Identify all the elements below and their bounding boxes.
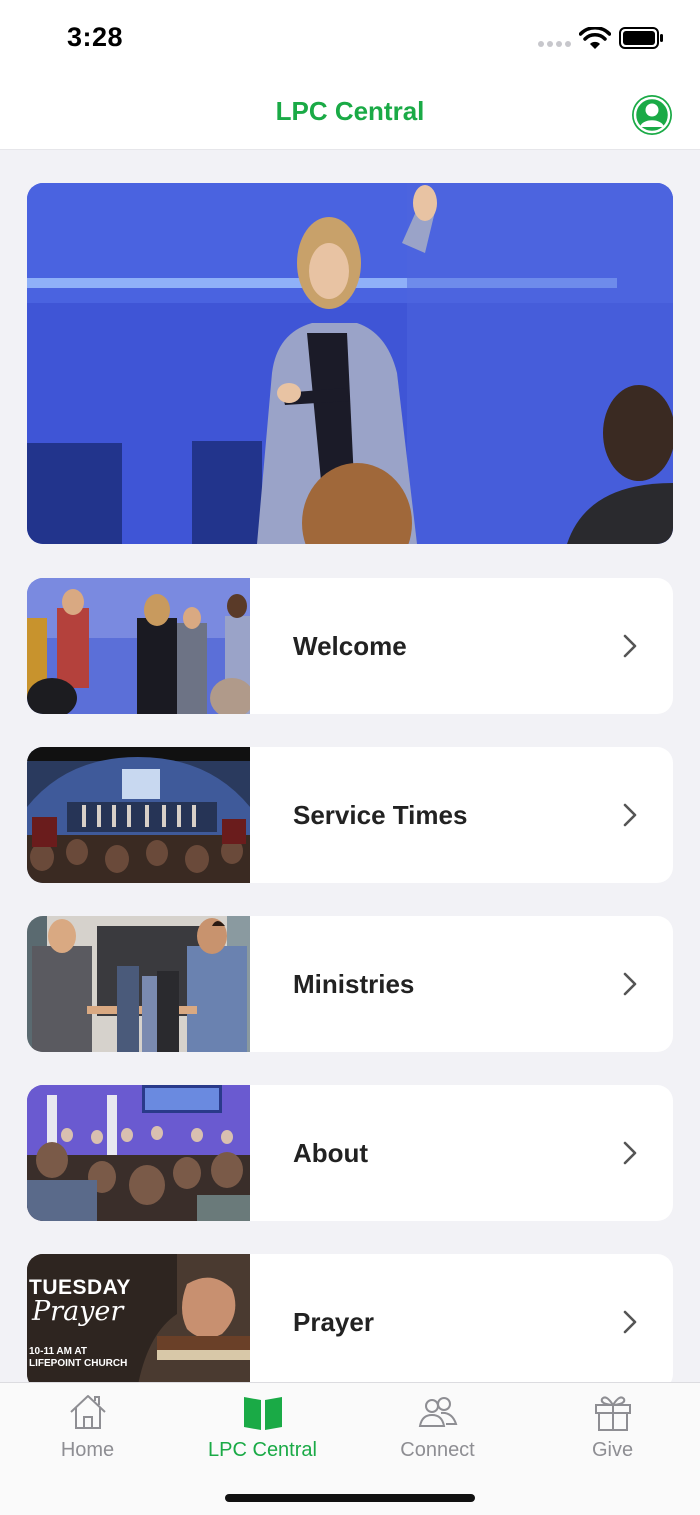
prayer-thumb-time: 10-11 AM AT [29, 1346, 87, 1357]
home-indicator [225, 1494, 475, 1502]
menu-item-prayer[interactable]: TUESDAY Prayer 10-11 AM AT LIFEPOINT CHU… [27, 1254, 673, 1382]
menu-item-label: Prayer [293, 1307, 374, 1337]
page-title: LPC Central [275, 96, 425, 126]
user-icon [633, 96, 671, 134]
prayer-thumb-title: Prayer [32, 1296, 124, 1327]
tab-label: Give [591, 1439, 634, 1461]
tab-home[interactable]: Home [0, 1383, 175, 1483]
about-thumbnail [27, 1085, 250, 1221]
menu-item-label: Ministries [293, 969, 415, 999]
tab-label: Connect [400, 1439, 475, 1461]
menu-item-label: Welcome [293, 631, 407, 661]
chevron-right-icon [623, 1141, 637, 1165]
people-icon [418, 1397, 458, 1427]
wifi-icon [579, 27, 611, 49]
hero-image [27, 183, 673, 544]
prayer-thumbnail: TUESDAY Prayer 10-11 AM AT LIFEPOINT CHU… [27, 1254, 250, 1382]
ministries-thumbnail [27, 916, 250, 1052]
menu-item-service-times[interactable]: Service Times [27, 747, 673, 883]
menu-item-welcome[interactable]: Welcome [27, 578, 673, 714]
profile-button[interactable] [632, 95, 672, 135]
navigation-bar: LPC Central [0, 80, 700, 150]
tab-label: LPC Central [208, 1439, 317, 1461]
tab-give[interactable]: Give [525, 1383, 700, 1483]
menu-item-label: Service Times [293, 800, 468, 830]
gift-icon [595, 1396, 631, 1431]
tab-lpc-central[interactable]: LPC Central [175, 1383, 350, 1483]
book-icon [244, 1397, 282, 1430]
chevron-right-icon [623, 1310, 637, 1334]
chevron-right-icon [623, 803, 637, 827]
chevron-right-icon [623, 972, 637, 996]
cellular-signal-icon [538, 41, 571, 47]
menu-item-label: About [293, 1138, 369, 1168]
chevron-right-icon [623, 634, 637, 658]
tab-bar: Home LPC Central Connect Give [0, 1382, 700, 1515]
tab-label: Home [60, 1439, 115, 1461]
status-bar: 3:28 [0, 0, 700, 80]
prayer-thumb-location: LIFEPOINT CHURCH [29, 1358, 128, 1369]
tab-connect[interactable]: Connect [350, 1383, 525, 1483]
battery-icon [619, 27, 663, 49]
status-time: 3:28 [67, 22, 124, 52]
menu-item-ministries[interactable]: Ministries [27, 916, 673, 1052]
service-times-thumbnail [27, 747, 250, 883]
main-content[interactable]: Welcome Service Times Ministries About T… [0, 150, 700, 1382]
welcome-thumbnail [27, 578, 250, 714]
menu-item-about[interactable]: About [27, 1085, 673, 1221]
house-icon [70, 1395, 106, 1429]
